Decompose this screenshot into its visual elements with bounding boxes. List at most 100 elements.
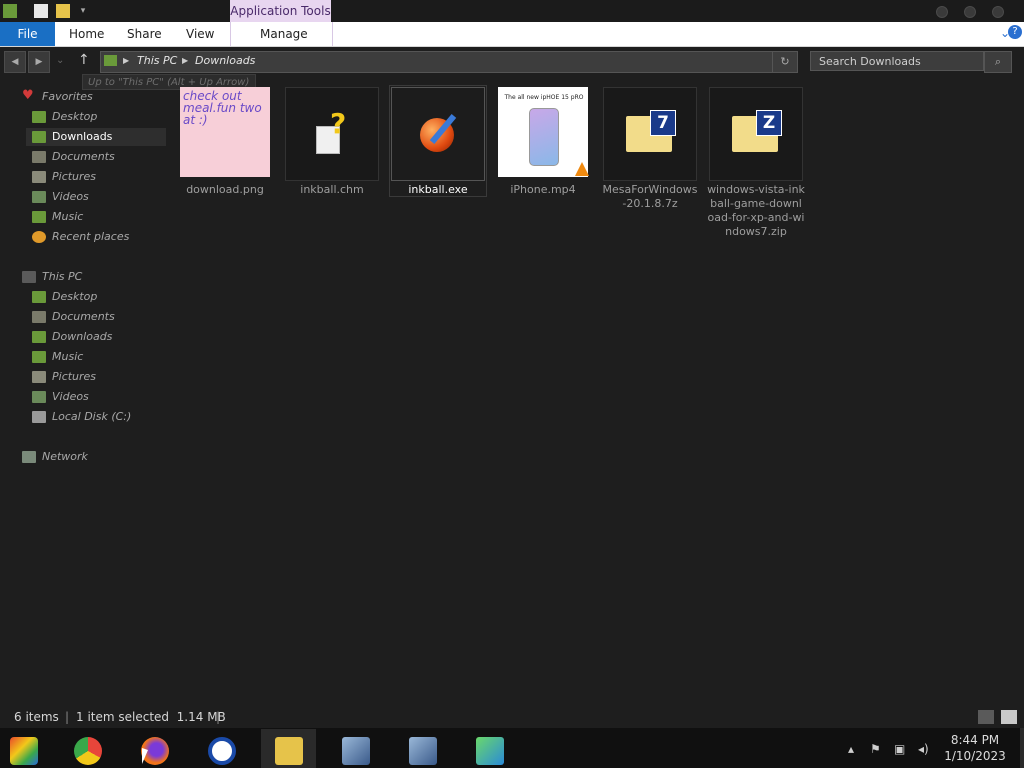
file-name: MesaForWindows-20.1.8.7z — [602, 183, 698, 210]
mouse-cursor-icon — [142, 748, 148, 764]
nav-this-pc-desktop[interactable]: Desktop — [32, 288, 152, 306]
nav-favorites[interactable]: ♥ Favorites — [22, 88, 152, 106]
video-thumbnail: The all new ipHOE 15 pRO — [498, 87, 589, 177]
recent-locations-icon[interactable]: ⌄ — [56, 55, 64, 66]
nav-this-pc-music[interactable]: Music — [32, 348, 152, 366]
forward-button[interactable]: ▶ — [28, 51, 50, 73]
pictures-icon — [32, 171, 46, 183]
file-thumbnail — [391, 87, 485, 181]
customize-qat-icon[interactable]: ▾ — [76, 4, 90, 18]
thumbnail-caption: The all new ipHOE 15 pRO — [504, 94, 584, 101]
title-bar: ▾ — [0, 0, 1024, 22]
breadcrumb-this-pc[interactable]: This PC — [137, 51, 177, 71]
properties-icon[interactable] — [34, 4, 48, 18]
videos-icon — [32, 191, 46, 203]
taskbar-chrome[interactable] — [60, 729, 115, 768]
tab-view[interactable]: View — [186, 22, 214, 46]
clock-date: 1/10/2023 — [944, 749, 1006, 763]
videos-icon — [32, 391, 46, 403]
minimize-button[interactable] — [936, 6, 948, 18]
taskbar-firefox[interactable] — [127, 729, 182, 768]
windows-logo-icon — [10, 737, 38, 765]
breadcrumb-separator-icon[interactable]: ▶ — [182, 53, 188, 69]
start-button[interactable] — [0, 729, 55, 768]
taskbar-app-o[interactable] — [194, 729, 249, 768]
close-button[interactable] — [992, 6, 1004, 18]
taskbar-users[interactable] — [462, 729, 517, 768]
users-icon — [476, 737, 504, 765]
clock-time: 8:44 PM — [950, 733, 1000, 747]
tab-manage[interactable]: Manage — [260, 22, 308, 46]
tab-share[interactable]: Share — [127, 22, 162, 46]
question-mark-icon: ? — [330, 107, 347, 140]
nav-favorites-music[interactable]: Music — [32, 208, 152, 226]
help-icon[interactable]: ? — [1008, 25, 1022, 39]
search-input[interactable]: Search Downloads — [810, 51, 984, 71]
nav-favorites-documents[interactable]: Documents — [32, 148, 152, 166]
computer-icon — [22, 271, 36, 283]
nav-this-pc-local-disk[interactable]: Local Disk (C:) — [32, 408, 152, 426]
disk-drive-icon — [32, 411, 46, 423]
nav-network[interactable]: Network — [22, 448, 152, 466]
thumbnail-handwriting: check out meal.fun two at :) — [183, 89, 262, 127]
back-button[interactable]: ◀ — [4, 51, 26, 73]
zip-badge-icon: Z — [756, 110, 782, 136]
nav-favorites-videos[interactable]: Videos — [32, 188, 152, 206]
heart-icon: ♥ — [22, 88, 34, 103]
status-separator: | — [216, 710, 221, 724]
tab-file[interactable]: File — [0, 22, 55, 46]
file-thumbnail: 7 — [603, 87, 697, 181]
search-icon[interactable]: ⌕ — [984, 51, 1012, 73]
taskbar-file-explorer[interactable] — [261, 729, 316, 768]
downloads-folder-icon — [104, 55, 117, 66]
nav-favorites-recent-places[interactable]: Recent places — [32, 228, 162, 246]
application-tools-context-tab: Application Tools — [230, 0, 331, 22]
documents-icon — [32, 151, 46, 163]
music-icon — [32, 211, 46, 223]
explorer-icon[interactable] — [3, 4, 17, 18]
file-explorer-icon — [275, 737, 303, 765]
file-thumbnail: ? — [285, 87, 379, 181]
maximize-button[interactable] — [964, 6, 976, 18]
nav-this-pc-videos[interactable]: Videos — [32, 388, 152, 406]
taskbar-installer[interactable] — [328, 729, 383, 768]
documents-icon — [32, 311, 46, 323]
details-view-icon[interactable] — [978, 710, 994, 724]
status-bar: 6 items | 1 item selected 1.14 MB | — [0, 708, 1024, 728]
file-name: iPhone.mp4 — [510, 183, 576, 196]
selection-info: 1 item selected 1.14 MB — [76, 710, 226, 724]
nav-favorites-pictures[interactable]: Pictures — [32, 168, 152, 186]
chrome-icon — [74, 737, 102, 765]
installer-icon — [409, 737, 437, 765]
o-logo-icon — [208, 737, 236, 765]
network-status-icon[interactable]: ▣ — [894, 742, 905, 756]
show-hidden-icons-icon[interactable]: ▴ — [848, 742, 854, 756]
pictures-icon — [32, 371, 46, 383]
nav-favorites-desktop[interactable]: Desktop — [32, 108, 152, 126]
system-clock[interactable]: 8:44 PM 1/10/2023 — [940, 732, 1010, 764]
nav-this-pc-pictures[interactable]: Pictures — [32, 368, 152, 386]
large-icons-view-icon[interactable] — [1001, 710, 1017, 724]
nav-favorites-downloads[interactable]: Downloads — [26, 128, 166, 146]
file-thumbnail: Z — [709, 87, 803, 181]
file-name: download.png — [186, 183, 264, 196]
breadcrumb-downloads[interactable]: Downloads — [195, 51, 255, 71]
refresh-icon[interactable]: ↻ — [772, 51, 798, 73]
new-folder-icon[interactable] — [56, 4, 70, 18]
action-center-flag-icon[interactable]: ⚑ — [870, 742, 881, 756]
nav-this-pc-downloads[interactable]: Downloads — [32, 328, 152, 346]
show-desktop-button[interactable] — [1020, 728, 1024, 768]
file-name: inkball.chm — [300, 183, 364, 196]
breadcrumb-separator-icon[interactable]: ▶ — [123, 53, 129, 69]
volume-icon[interactable]: ◂) — [918, 742, 929, 756]
desktop-icon — [32, 111, 46, 123]
item-count: 6 items — [14, 710, 59, 724]
up-arrow-icon[interactable]: ↑ — [78, 52, 90, 68]
taskbar-installer-2[interactable] — [395, 729, 450, 768]
music-icon — [32, 351, 46, 363]
installer-icon — [342, 737, 370, 765]
nav-this-pc-documents[interactable]: Documents — [32, 308, 152, 326]
phone-image — [529, 108, 559, 166]
nav-this-pc[interactable]: This PC — [22, 268, 152, 286]
tab-home[interactable]: Home — [69, 22, 104, 46]
